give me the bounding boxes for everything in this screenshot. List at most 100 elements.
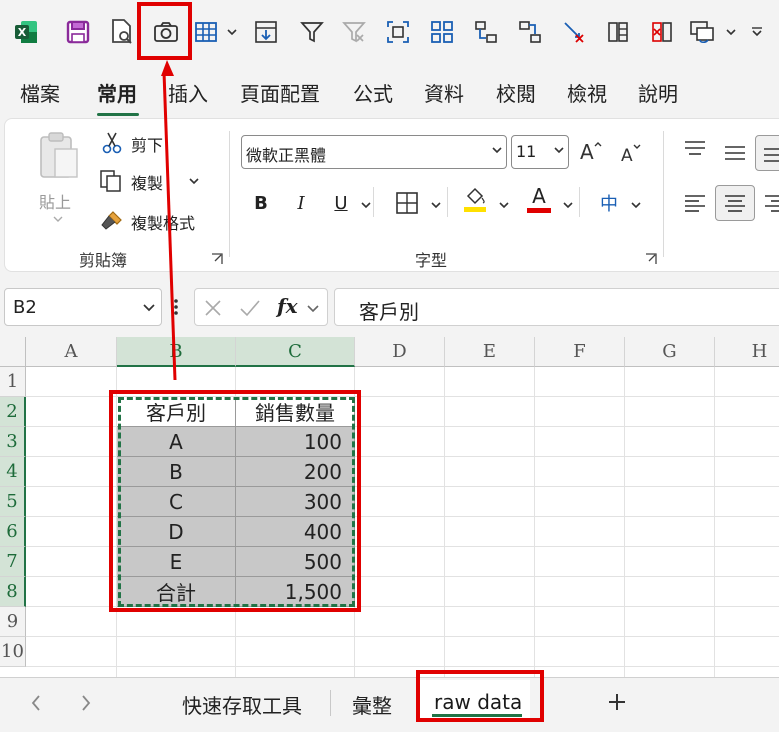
cell-c3[interactable]: 100 [236, 427, 355, 457]
font-color-button[interactable]: A [525, 185, 553, 213]
row-header-3[interactable]: 3 [0, 427, 26, 457]
fill-color-button[interactable] [461, 185, 489, 213]
cell-c6[interactable]: 400 [236, 517, 355, 547]
cell-c5[interactable]: 300 [236, 487, 355, 517]
dialog-launcher-icon[interactable] [645, 253, 657, 265]
sort-icon[interactable] [250, 14, 282, 50]
column-header-b[interactable]: B [117, 337, 236, 367]
column-header-a[interactable]: A [26, 337, 117, 367]
chevron-down-icon[interactable] [361, 201, 371, 209]
align-center-button[interactable] [715, 185, 755, 221]
decrease-font-size-button[interactable]: A [617, 139, 645, 167]
chevron-down-icon[interactable] [431, 201, 441, 209]
borders-button[interactable] [393, 189, 421, 217]
print-preview-icon[interactable] [106, 14, 138, 50]
trace-dependents-icon[interactable] [514, 14, 546, 50]
bold-button[interactable]: B [247, 189, 275, 217]
paste-button[interactable]: 貼上 [31, 127, 87, 227]
clear-filter-icon[interactable] [338, 14, 370, 50]
tab-review[interactable]: 校閱 [496, 78, 536, 107]
column-header-h[interactable]: H [715, 337, 779, 367]
filter-icon[interactable] [296, 14, 328, 50]
copy-button[interactable]: 複製 [97, 167, 207, 195]
tab-home[interactable]: 常用 [97, 78, 137, 107]
layout-grid-icon[interactable] [426, 14, 458, 50]
tab-formulas[interactable]: 公式 [353, 78, 393, 107]
format-painter-button[interactable]: 複製格式 [97, 207, 217, 235]
tab-data[interactable]: 資料 [424, 78, 464, 107]
cancel-icon[interactable] [203, 298, 223, 318]
align-left-button[interactable] [681, 189, 709, 217]
italic-button[interactable]: I [287, 189, 315, 217]
row-header-10[interactable]: 10 [0, 637, 26, 667]
formula-input[interactable]: 客戶別 [334, 288, 779, 326]
chevron-right-icon[interactable] [80, 694, 92, 712]
row-header-2[interactable]: 2 [0, 397, 26, 427]
align-right-button[interactable] [761, 189, 779, 217]
select-visible-icon[interactable] [382, 14, 414, 50]
column-header-d[interactable]: D [355, 337, 445, 367]
tab-page-layout[interactable]: 頁面配置 [240, 78, 320, 107]
cell-c2[interactable]: 銷售數量 [236, 397, 355, 427]
align-middle-button[interactable] [721, 139, 749, 167]
font-size-select[interactable]: 11 [511, 135, 569, 169]
chevron-down-icon[interactable] [307, 304, 319, 313]
customize-qat-icon[interactable] [750, 14, 764, 50]
chevron-down-icon[interactable] [225, 14, 239, 50]
chevron-down-icon[interactable] [631, 201, 641, 209]
table-format-icon[interactable] [190, 14, 222, 50]
cell-b6[interactable]: D [117, 517, 236, 547]
cell-b2[interactable]: 客戶別 [117, 397, 236, 427]
dialog-launcher-icon[interactable] [211, 253, 223, 265]
chevron-down-icon[interactable] [724, 14, 738, 50]
delete-column-icon[interactable] [646, 14, 678, 50]
tab-help[interactable]: 說明 [638, 78, 678, 107]
row-header-6[interactable]: 6 [0, 517, 26, 547]
row-header-8[interactable]: 8 [0, 577, 26, 607]
tab-view[interactable]: 檢視 [567, 78, 607, 107]
tab-file[interactable]: 檔案 [20, 78, 60, 107]
sheet-tab-raw-data[interactable]: raw data [434, 690, 522, 714]
sheet-tab-summary[interactable]: 彙整 [352, 690, 392, 719]
remove-arrows-icon[interactable] [558, 14, 590, 50]
cell-b8[interactable]: 合計 [117, 577, 236, 607]
cell-b5[interactable]: C [117, 487, 236, 517]
more-options-icon[interactable] [173, 298, 179, 316]
align-bottom-button[interactable] [755, 135, 779, 171]
add-sheet-icon[interactable] [607, 692, 627, 712]
save-icon[interactable] [62, 14, 94, 50]
insert-column-icon[interactable] [602, 14, 634, 50]
sheet-tab-quick-access[interactable]: 快速存取工具 [182, 690, 302, 719]
row-header-7[interactable]: 7 [0, 547, 26, 577]
cell-c8[interactable]: 1,500 [236, 577, 355, 607]
select-all-corner[interactable] [0, 337, 26, 367]
chevron-down-icon[interactable] [563, 201, 573, 209]
switch-windows-icon[interactable] [686, 14, 718, 50]
insert-function-button[interactable]: fx [277, 294, 298, 318]
column-header-g[interactable]: G [625, 337, 715, 367]
column-header-c[interactable]: C [236, 337, 355, 367]
column-header-e[interactable]: E [445, 337, 535, 367]
cut-button[interactable]: 剪下 [97, 129, 207, 157]
enter-check-icon[interactable] [239, 298, 261, 318]
name-box[interactable]: B2 [4, 288, 162, 326]
camera-icon[interactable] [150, 14, 182, 50]
increase-font-size-button[interactable]: A [577, 137, 605, 165]
chevron-down-icon[interactable] [499, 201, 509, 209]
row-header-5[interactable]: 5 [0, 487, 26, 517]
chevron-left-icon[interactable] [30, 694, 42, 712]
tab-insert[interactable]: 插入 [168, 78, 208, 107]
cell-c4[interactable]: 200 [236, 457, 355, 487]
align-top-button[interactable] [681, 135, 709, 163]
font-family-select[interactable]: 微軟正黑體 [241, 135, 507, 169]
chevron-down-icon[interactable] [189, 177, 199, 185]
cell-c7[interactable]: 500 [236, 547, 355, 577]
trace-precedents-icon[interactable] [470, 14, 502, 50]
cell-b7[interactable]: E [117, 547, 236, 577]
underline-button[interactable]: U [327, 189, 355, 217]
worksheet-grid[interactable]: A B C D E F G H 1 2 3 4 5 6 7 8 9 10 客戶別… [0, 337, 779, 677]
cell-b4[interactable]: B [117, 457, 236, 487]
row-header-4[interactable]: 4 [0, 457, 26, 487]
column-header-f[interactable]: F [535, 337, 625, 367]
phonetic-guide-button[interactable]: 中 [595, 189, 623, 217]
